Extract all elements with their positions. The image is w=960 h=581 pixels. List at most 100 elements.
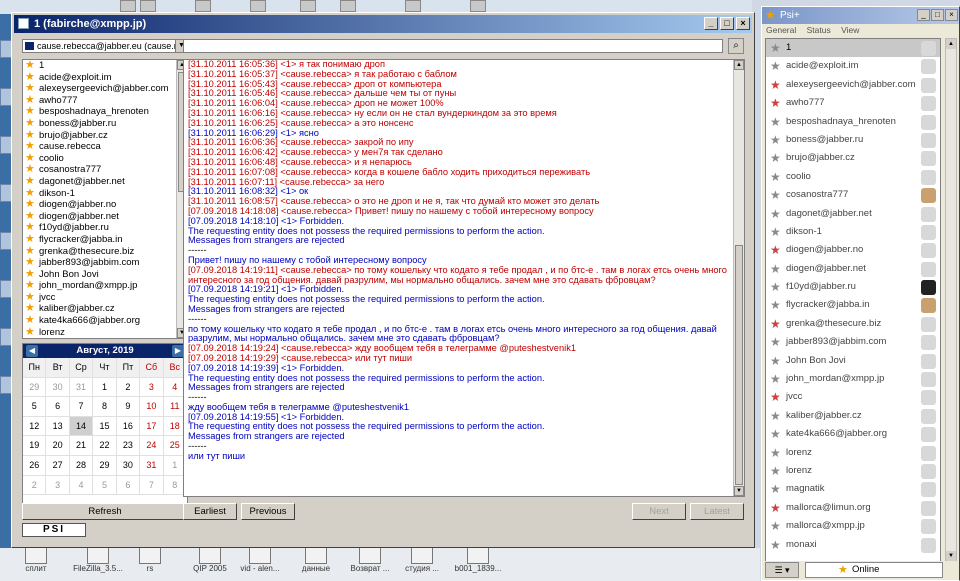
refresh-button[interactable]: Refresh	[22, 503, 188, 520]
calendar-day[interactable]: 2	[23, 475, 47, 496]
search-icon[interactable]: ⌕	[728, 38, 744, 54]
calendar-day[interactable]: 16	[116, 416, 141, 437]
roster-item[interactable]: ★ jvcc	[766, 388, 940, 406]
scroll-up-arrow-icon[interactable]: ▲	[946, 39, 956, 49]
prev-month-arrow-icon[interactable]: ◀	[26, 345, 38, 357]
list-item[interactable]: ★ flycracker@jabba.in	[23, 234, 187, 246]
calendar-day[interactable]: 24	[140, 436, 164, 456]
calendar-day[interactable]: 9	[116, 397, 141, 417]
calendar-day[interactable]: 7	[69, 397, 94, 417]
minimize-button[interactable]: _	[704, 17, 718, 30]
latest-button[interactable]: Latest	[690, 503, 744, 520]
calendar-day[interactable]: 17	[140, 416, 164, 437]
calendar-day[interactable]: 31	[140, 455, 164, 476]
list-item[interactable]: ★ john_mordan@xmpp.jp	[23, 280, 187, 292]
desktop-icon[interactable]	[120, 0, 136, 12]
roster-item[interactable]: ★ mallorca@limun.org	[766, 499, 940, 517]
roster-scrollbar[interactable]: ▲ ▼	[945, 38, 957, 562]
calendar-day[interactable]: 14	[69, 416, 94, 437]
scroll-down-arrow-icon[interactable]: ▼	[734, 486, 744, 496]
roster-item[interactable]: ★ dagonet@jabber.net	[766, 205, 940, 223]
desktop-icon[interactable]	[405, 0, 421, 12]
message-log-scrollbar[interactable]: ▲ ▼	[733, 60, 744, 496]
list-item[interactable]: ★ diogen@jabber.no	[23, 199, 187, 211]
calendar-day[interactable]: 30	[116, 455, 141, 476]
calendar-day[interactable]: 29	[23, 377, 47, 398]
list-item[interactable]: ★ jvcc	[23, 292, 187, 304]
list-item[interactable]: ★ alexeysergeevich@jabber.com	[23, 83, 187, 95]
calendar-day[interactable]: 23	[116, 436, 141, 456]
calendar-day[interactable]: 12	[23, 416, 47, 437]
maximize-button[interactable]: □	[720, 17, 734, 30]
roster-item[interactable]: ★ f10yd@jabber.ru	[766, 278, 940, 296]
calendar-day[interactable]: 29	[93, 455, 117, 476]
calendar-day[interactable]: 31	[69, 377, 94, 398]
status-select[interactable]: ★ Online	[805, 562, 943, 578]
calendar-day[interactable]: 15	[93, 416, 117, 437]
list-item[interactable]: ★ awho777	[23, 95, 187, 107]
calendar-day[interactable]: 27	[46, 455, 70, 476]
roster-item[interactable]: ★ jabber893@jabbim.com	[766, 333, 940, 351]
list-item[interactable]: ★ grenka@thesecure.biz	[23, 246, 187, 258]
roster-item[interactable]: ★ monaxi	[766, 536, 940, 554]
list-item[interactable]: ★ lorenz	[23, 327, 187, 338]
search-input[interactable]	[183, 39, 723, 53]
desktop-icon[interactable]	[470, 0, 486, 12]
roster-item[interactable]: ★ acide@exploit.im	[766, 57, 940, 75]
calendar-day[interactable]: 8	[93, 397, 117, 417]
roster-titlebar[interactable]: ★ Psi+ _ □ ×	[762, 7, 959, 24]
roster-item[interactable]: ★ kaliber@jabber.cz	[766, 407, 940, 425]
list-item[interactable]: ★ diogen@jabber.net	[23, 211, 187, 223]
next-button[interactable]: Next	[632, 503, 686, 520]
list-item[interactable]: ★ cause.rebecca	[23, 141, 187, 153]
list-item[interactable]: ★ kaliber@jabber.cz	[23, 303, 187, 315]
roster-item[interactable]: ★ magnatik	[766, 480, 940, 498]
list-item[interactable]: ★ boness@jabber.ru	[23, 118, 187, 130]
roster-item[interactable]: ★ grenka@thesecure.biz	[766, 315, 940, 333]
roster-item[interactable]: ★ brujo@jabber.cz	[766, 149, 940, 167]
earliest-button[interactable]: Earliest	[183, 503, 237, 520]
calendar-day[interactable]: 21	[69, 436, 94, 456]
roster-item[interactable]: ★ lorenz	[766, 462, 940, 480]
desktop-icon[interactable]	[140, 0, 156, 12]
minimize-button[interactable]: _	[917, 9, 930, 21]
menu-general[interactable]: General	[766, 25, 796, 35]
roster-item[interactable]: ★ mallorca@xmpp.jp	[766, 517, 940, 535]
account-select[interactable]: cause.rebecca@jabber.eu (cause.reb ▼	[22, 39, 188, 53]
scroll-up-arrow-icon[interactable]: ▲	[734, 60, 744, 70]
roster-item[interactable]: ★ awho777	[766, 94, 940, 112]
calendar-day[interactable]: 26	[23, 455, 47, 476]
list-item[interactable]: ★ acide@exploit.im	[23, 72, 187, 84]
roster-item[interactable]: ★ John Bon Jovi	[766, 352, 940, 370]
calendar-day[interactable]: 3	[46, 475, 70, 496]
calendar-day[interactable]: 6	[116, 475, 141, 496]
main-menu-button[interactable]: ☰ ▾	[765, 562, 799, 578]
roster-item[interactable]: ★ lorenz	[766, 444, 940, 462]
scroll-down-arrow-icon[interactable]: ▼	[946, 551, 956, 561]
list-item[interactable]: ★ brujo@jabber.cz	[23, 130, 187, 142]
scroll-thumb[interactable]	[735, 245, 743, 485]
desktop-icon[interactable]	[300, 0, 316, 12]
menu-view[interactable]: View	[841, 25, 859, 35]
calendar-day[interactable]: 6	[46, 397, 70, 417]
roster-item[interactable]: ★ coolio	[766, 168, 940, 186]
list-item[interactable]: ★ John Bon Jovi	[23, 269, 187, 281]
roster-item[interactable]: ★ diogen@jabber.no	[766, 241, 940, 259]
calendar-day[interactable]: 19	[23, 436, 47, 456]
list-item[interactable]: ★ kate4ka666@jabber.org	[23, 315, 187, 327]
close-button[interactable]: ×	[736, 17, 750, 30]
calendar-day[interactable]: 28	[69, 455, 94, 476]
maximize-button[interactable]: □	[931, 9, 944, 21]
list-item[interactable]: ★ besposhadnaya_hrenoten	[23, 106, 187, 118]
desktop-icon[interactable]	[250, 0, 266, 12]
list-item[interactable]: ★ f10yd@jabber.ru	[23, 222, 187, 234]
menu-status[interactable]: Status	[807, 25, 831, 35]
roster-item[interactable]: ★ alexeysergeevich@jabber.com	[766, 76, 940, 94]
list-item[interactable]: ★ 1	[23, 60, 187, 72]
roster-item[interactable]: ★ john_mordan@xmpp.jp	[766, 370, 940, 388]
desktop-icon[interactable]	[340, 0, 356, 12]
roster-item[interactable]: ★ flycracker@jabba.in	[766, 296, 940, 314]
desktop-icon[interactable]	[195, 0, 211, 12]
calendar-day[interactable]: 3	[140, 377, 164, 398]
roster-item[interactable]: ★ boness@jabber.ru	[766, 131, 940, 149]
